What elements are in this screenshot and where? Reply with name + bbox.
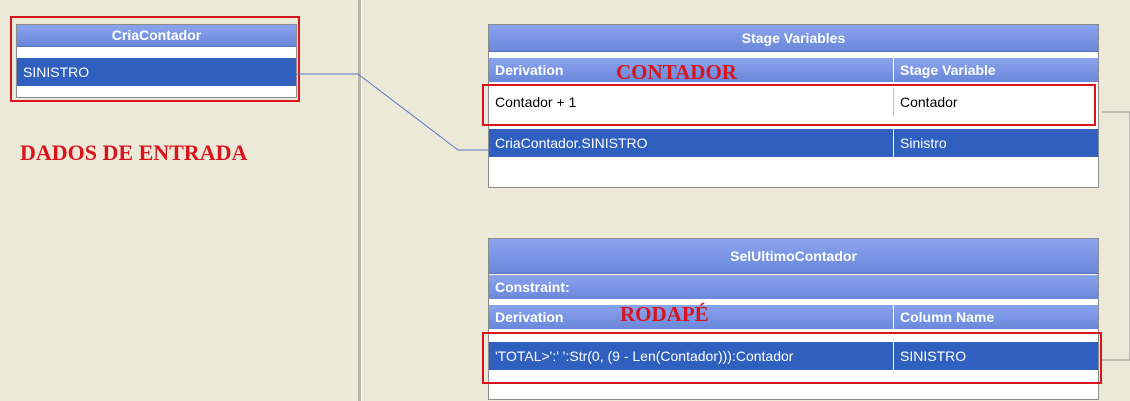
input-highlight-box [10,16,300,102]
stage-variables-title: Stage Variables [489,25,1098,52]
column-name-column-header[interactable]: Column Name [893,305,1098,329]
constraint-label: Constraint: [495,279,570,295]
input-links-pane: CriaContador SINISTRO DADOS DE ENTRADA [0,0,358,401]
contador-highlight-box [482,84,1096,126]
stage-variable-name[interactable]: Sinistro [893,129,1098,157]
stage-variables-column-header: Derivation Stage Variable [489,58,1098,82]
output-column-header: Derivation Column Name [489,305,1098,329]
rodape-highlight-box [482,332,1102,384]
stage-variable-derivation[interactable]: CriaContador.SINISTRO [489,129,889,157]
constraint-row[interactable]: Constraint: [489,275,1098,299]
rodape-label: RODAPÉ [620,302,709,326]
dados-de-entrada-label: DADOS DE ENTRADA [20,140,248,165]
stage-variable-column-header[interactable]: Stage Variable [893,58,1098,82]
output-links-pane: Stage Variables Derivation Stage Variabl… [362,0,1130,401]
output-link-title: SelUltimoContador [489,239,1098,274]
contador-label: CONTADOR [616,60,737,84]
stage-variable-row[interactable]: CriaContador.SINISTRO Sinistro [489,129,1098,157]
